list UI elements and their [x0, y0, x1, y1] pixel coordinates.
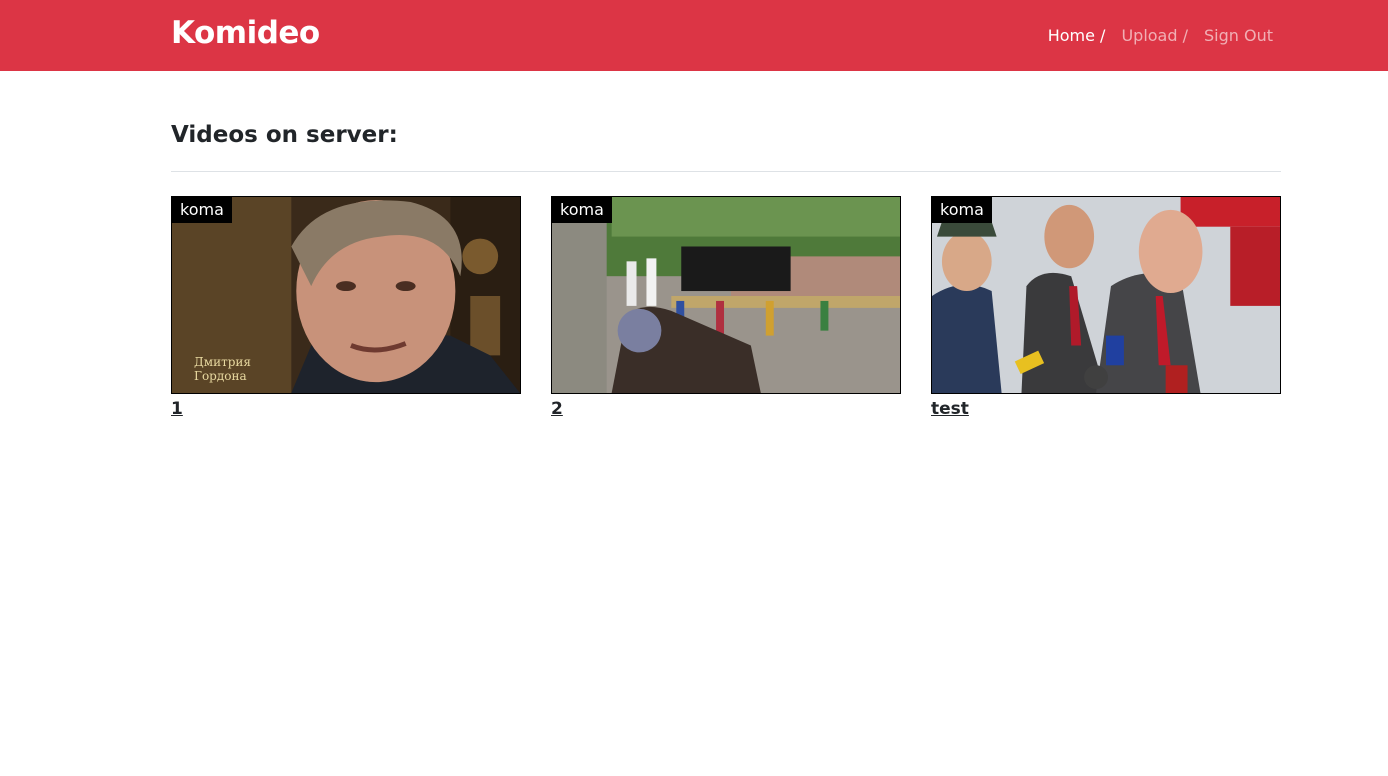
video-card: koma 2 — [551, 196, 901, 420]
video-title-link[interactable]: test — [931, 398, 969, 420]
divider — [171, 171, 1281, 172]
video-badge: koma — [932, 197, 992, 223]
video-caption: Дмитрия Гордона — [194, 355, 251, 383]
video-thumbnail-image — [932, 197, 1280, 393]
video-badge: koma — [172, 197, 232, 223]
video-title-link[interactable]: 2 — [551, 398, 563, 420]
video-grid: koma Дмитрия Гордона 1 koma 2 koma test — [171, 196, 1281, 420]
nav-links: Home / Upload / Sign Out — [1048, 24, 1273, 48]
navbar: Komideo Home / Upload / Sign Out — [0, 0, 1388, 71]
video-thumbnail[interactable]: koma Дмитрия Гордона — [171, 196, 521, 394]
video-thumbnail-image — [552, 197, 900, 393]
video-thumbnail[interactable]: koma — [931, 196, 1281, 394]
video-badge: koma — [552, 197, 612, 223]
nav-sign-out[interactable]: Sign Out — [1204, 24, 1273, 48]
video-card: koma Дмитрия Гордона 1 — [171, 196, 521, 420]
video-title-link[interactable]: 1 — [171, 398, 183, 420]
page-title: Videos on server: — [171, 122, 398, 148]
video-card: koma test — [931, 196, 1281, 420]
nav-home[interactable]: Home / — [1048, 24, 1106, 48]
brand-logo[interactable]: Komideo — [171, 13, 320, 53]
nav-upload[interactable]: Upload / — [1121, 24, 1188, 48]
video-thumbnail[interactable]: koma — [551, 196, 901, 394]
